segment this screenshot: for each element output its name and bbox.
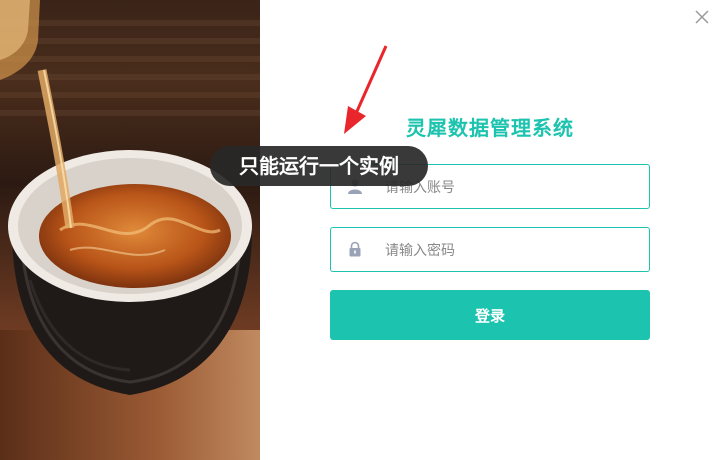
toast-message: 只能运行一个实例 xyxy=(210,146,428,186)
password-field[interactable] xyxy=(330,227,650,273)
close-icon xyxy=(695,10,709,24)
tea-cup-image xyxy=(0,0,260,460)
login-button[interactable]: 登录 xyxy=(330,290,650,340)
password-input[interactable] xyxy=(383,228,637,273)
annotation-arrow-icon xyxy=(344,45,388,134)
close-button[interactable] xyxy=(693,8,711,26)
lock-icon xyxy=(349,241,361,257)
